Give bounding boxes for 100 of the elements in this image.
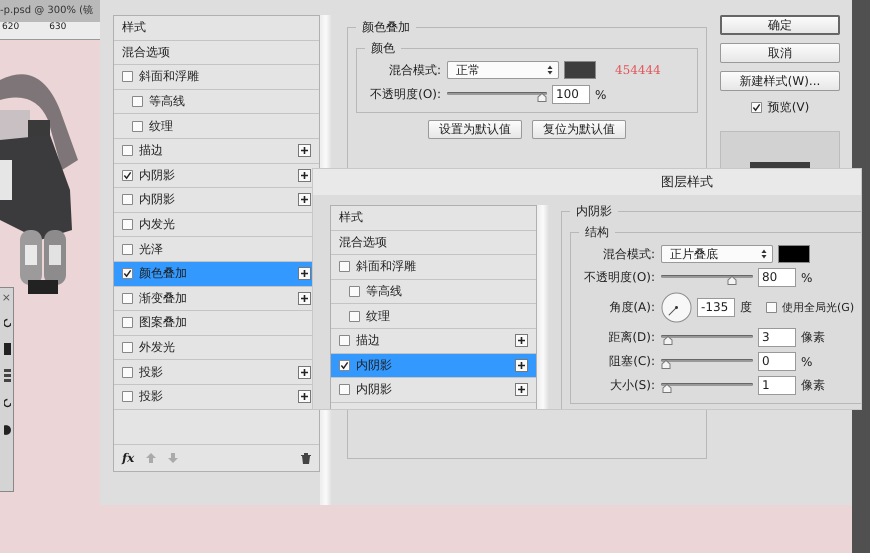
angle-field[interactable]: -135 [697,298,735,317]
field-label: 角度(A): [608,299,655,316]
checkbox[interactable] [122,71,133,82]
slider-thumb[interactable] [662,384,672,392]
add-button[interactable] [515,334,528,348]
default-button[interactable]: 复位为默认值 [532,120,626,139]
add-button[interactable] [515,383,528,396]
unit-label: 像素 [801,329,825,346]
default-button[interactable]: 设置为默认值 [428,120,522,139]
rotate-icon[interactable] [4,317,11,329]
checkbox[interactable] [122,391,133,402]
add-button[interactable] [298,292,311,305]
grid-icon[interactable] [4,369,11,383]
field-label: 混合模式: [602,246,655,262]
checkbox[interactable] [122,342,133,354]
plus-icon [517,336,526,346]
action-button[interactable]: 取消 [720,43,840,63]
plus-icon [517,360,526,370]
checkbox[interactable] [339,360,350,371]
checkbox[interactable] [122,292,133,304]
value-field[interactable]: 1 [758,376,796,395]
checkbox[interactable] [122,244,133,255]
slider-thumb[interactable] [661,360,671,368]
checkbox[interactable] [750,102,762,113]
ruler-label: 620 [2,22,20,34]
opacity-field[interactable]: 100 [552,85,590,104]
updown-icon [761,249,767,259]
add-button[interactable] [298,267,311,280]
plus-icon [517,385,526,394]
color-swatch[interactable] [778,245,810,263]
rotate-icon[interactable] [4,397,11,409]
field-label: 大小(S): [608,377,655,394]
field-label: 不透明度(O): [583,269,655,286]
checkbox[interactable] [766,302,777,313]
plus-icon [300,294,309,303]
plus-icon [300,195,309,204]
window-title: 图层样式 [661,174,713,191]
checkbox[interactable] [122,194,133,206]
style-item[interactable]: 混合选项 [331,230,536,256]
unit-label: % [801,354,812,368]
color-swatch[interactable] [564,61,596,79]
checkbox[interactable] [132,120,143,132]
updown-icon [547,65,553,75]
document-tab[interactable]: -p.psd @ 300% (镜 [0,0,100,22]
value-field[interactable]: 3 [758,328,796,347]
add-button[interactable] [298,193,311,206]
style-item[interactable]: 内阴影 [114,164,319,188]
value-field[interactable]: 0 [758,352,796,371]
checkbox[interactable] [132,96,143,108]
blend-mode-dropdown[interactable]: 正片叠底 [661,245,773,263]
group-title: 结构 [584,224,610,241]
color-code: 454444 [615,63,661,77]
checkbox[interactable] [122,366,133,378]
plus-icon [300,368,309,377]
plus-icon [300,146,309,156]
scrollbar[interactable] [537,205,549,409]
plus-icon [300,269,309,278]
add-button[interactable] [515,358,528,372]
checkbox[interactable] [349,310,360,322]
plus-icon [300,392,309,402]
unit-label: 像素 [801,377,825,394]
unit-label: 度 [740,299,752,316]
add-button[interactable] [298,144,311,158]
checkbox[interactable] [339,335,350,346]
field-label: 不透明度(O): [369,86,441,103]
group-title: 颜色 [370,40,396,57]
plus-icon [300,170,309,180]
slider-thumb[interactable] [726,276,737,284]
checkbox[interactable] [122,145,133,156]
slider-thumb[interactable] [662,336,673,344]
close-icon[interactable]: × [2,292,11,303]
section-title: 颜色叠加 [361,19,411,36]
action-button[interactable]: 新建样式(W)... [720,71,840,91]
checkbox[interactable] [122,219,133,230]
field-label: 阻塞(C): [608,353,655,370]
add-button[interactable] [298,390,311,404]
checkbox[interactable] [122,268,133,280]
opacity-field[interactable]: 80 [758,268,796,287]
angle-dial[interactable] [661,292,692,323]
style-item[interactable]: 混合选项 [114,40,319,66]
checkbox[interactable] [122,317,133,328]
checkbox-label: 预览(V) [768,99,810,116]
trash-icon[interactable] [301,452,311,464]
field-label: 距离(D): [607,329,655,346]
checkbox[interactable] [122,170,133,181]
field-label: 混合模式: [388,62,441,78]
blend-mode-dropdown[interactable]: 正常 [447,61,559,79]
slider-thumb[interactable] [537,92,547,102]
style-item[interactable]: 内阴影 [331,354,536,378]
add-button[interactable] [298,168,311,182]
ruler-label: 630 [49,22,66,34]
action-button[interactable]: 确定 [720,15,840,35]
add-button[interactable] [298,366,311,379]
checkbox[interactable] [349,286,360,298]
fx-menu[interactable]: fx [122,451,134,465]
checkbox[interactable] [339,384,350,396]
section-title: 内阴影 [575,203,613,220]
unit-label: % [801,270,812,284]
checkbox[interactable] [339,261,350,272]
unit-label: % [595,88,606,102]
